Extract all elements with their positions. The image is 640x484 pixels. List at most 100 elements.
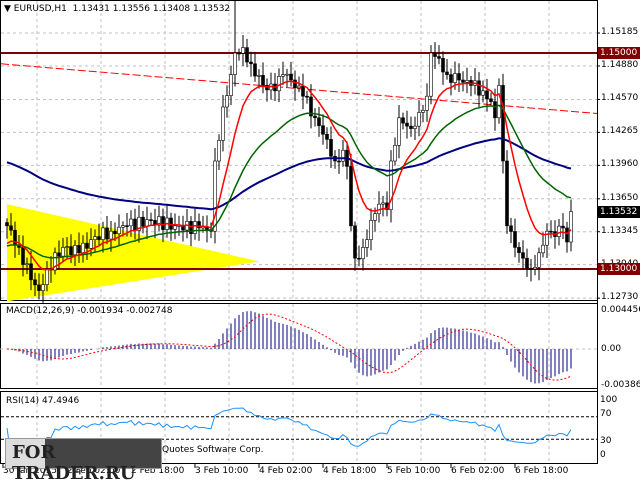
macd-signal-line xyxy=(6,313,572,381)
watermark-logo-text: FOR TRADER.RU xyxy=(12,442,136,484)
candle-bull xyxy=(533,266,537,270)
candle-bull xyxy=(497,85,501,119)
candle-bear xyxy=(21,247,25,265)
candle-bull xyxy=(453,73,457,83)
candle-bear xyxy=(561,225,565,229)
candle-bull xyxy=(481,90,485,96)
candle-bear xyxy=(97,236,101,240)
candle-bear xyxy=(33,279,37,286)
candle-bear xyxy=(509,225,513,232)
candle-bear xyxy=(105,227,109,240)
candle-bear xyxy=(253,63,257,77)
price-axis-label: 1.14570 xyxy=(601,93,639,104)
candle-bear xyxy=(29,263,33,281)
candle-bear xyxy=(501,85,505,162)
candle-bear xyxy=(261,75,265,86)
candle-bear xyxy=(141,216,145,227)
candle-bear xyxy=(161,216,165,230)
candle-bear xyxy=(449,74,453,83)
candle-bull xyxy=(257,75,261,77)
price-tag: 1.15000 xyxy=(598,47,640,59)
price-tag: 1.13532 xyxy=(598,205,640,218)
candle-bear xyxy=(477,80,481,96)
candle-bull xyxy=(281,74,285,77)
chart-canvas[interactable] xyxy=(0,0,640,480)
candle-bear xyxy=(293,79,297,89)
candle-bear xyxy=(529,268,533,270)
candle-bull xyxy=(277,76,281,92)
fortrader-watermark-logo: FOR TRADER.RU xyxy=(5,438,162,484)
candle-bull xyxy=(417,112,421,127)
candle-bear xyxy=(69,246,73,255)
candle-bear xyxy=(461,79,465,83)
rsi-title: RSI(14) 47.4946 xyxy=(6,396,80,406)
candle-bull xyxy=(465,80,469,83)
candle-bear xyxy=(409,125,413,129)
candle-bear xyxy=(57,252,61,257)
candle-bear xyxy=(305,95,309,98)
candle-bull xyxy=(93,236,97,240)
candle-bear xyxy=(517,247,521,253)
candle-bull xyxy=(541,244,545,254)
candle-bull xyxy=(241,47,245,54)
candle-bull xyxy=(101,227,105,240)
time-axis-label: 4 Feb 02:00 xyxy=(259,466,313,476)
candle-bear xyxy=(441,58,445,73)
price-axis-label: 1.14880 xyxy=(601,59,639,70)
candle-bull xyxy=(229,74,233,96)
candle-bull xyxy=(233,52,237,75)
candle-bear xyxy=(125,225,129,227)
candle-bull xyxy=(173,225,177,230)
candle-bull xyxy=(129,218,133,227)
candle-bull xyxy=(297,85,301,89)
candle-bull xyxy=(421,110,425,113)
candle-bull xyxy=(117,226,121,235)
candle-bull xyxy=(537,252,541,268)
candle-bear xyxy=(485,90,489,100)
time-axis-label: 6 Feb 02:00 xyxy=(451,466,505,476)
candle-bull xyxy=(225,95,229,108)
candle-bear xyxy=(325,133,329,140)
candle-bear xyxy=(505,160,509,227)
candle-bull xyxy=(569,211,573,243)
macd-title: MACD(12,26,9) -0.001934 -0.002748 xyxy=(6,306,173,316)
candle-bear xyxy=(405,122,409,127)
symbol-label: EURUSD,H1 xyxy=(13,4,67,14)
time-axis-label: 5 Feb 10:00 xyxy=(387,466,441,476)
candle-bull xyxy=(397,117,401,146)
candle-bull xyxy=(41,284,45,291)
collapse-triangle-icon[interactable]: ▼ xyxy=(4,4,11,14)
candle-bull xyxy=(73,245,77,255)
candle-bull xyxy=(89,239,93,249)
candle-bull xyxy=(61,247,65,257)
candle-bull xyxy=(285,73,289,76)
candle-bull xyxy=(217,140,221,162)
price-tag: 1.13000 xyxy=(598,263,640,275)
ohlc-close: 1.13532 xyxy=(192,4,231,14)
candle-bear xyxy=(245,47,249,63)
candle-bear xyxy=(85,242,89,249)
ohlc-high: 1.13556 xyxy=(112,4,150,14)
candle-bull xyxy=(425,95,429,111)
candle-bear xyxy=(197,221,201,229)
candle-bull xyxy=(121,225,125,228)
price-axis-label: 1.13650 xyxy=(601,192,639,203)
time-axis-label: 6 Feb 18:00 xyxy=(515,466,569,476)
macd-axis-max: 0.004456 xyxy=(601,305,640,315)
rsi-axis-30: 30 xyxy=(600,436,612,446)
candle-bear xyxy=(513,231,517,248)
candle-bull xyxy=(109,230,113,240)
time-axis-label: 4 Feb 18:00 xyxy=(323,466,377,476)
candle-bear xyxy=(401,117,405,124)
candle-bear xyxy=(5,222,9,227)
candle-bear xyxy=(521,252,525,259)
candle-bear xyxy=(349,166,353,227)
candle-bull xyxy=(557,225,561,237)
candle-bear xyxy=(149,219,153,221)
candle-bear xyxy=(77,245,81,254)
candle-bear xyxy=(437,56,441,59)
candle-bear xyxy=(9,225,13,231)
ohlc-open: 1.13431 xyxy=(72,4,110,14)
candle-bear xyxy=(289,73,293,81)
price-axis-label: 1.15185 xyxy=(601,27,639,38)
